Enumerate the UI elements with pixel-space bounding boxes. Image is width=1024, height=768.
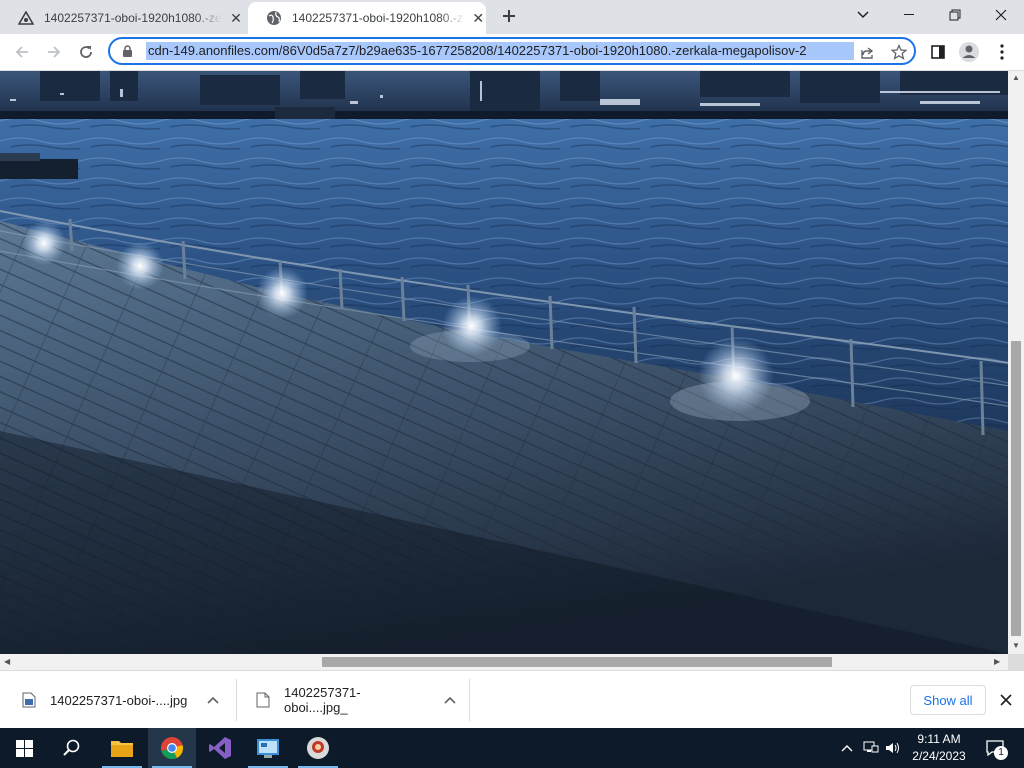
tab-close-icon[interactable]: ✕ <box>471 10 487 26</box>
browser-toolbar: cdn-149.anonfiles.com/86V0d5a7z7/b29ae63… <box>0 34 1024 71</box>
file-explorer-icon[interactable] <box>98 728 146 768</box>
download-filename: 1402257371-oboi-....jpg <box>50 692 188 708</box>
scroll-left-arrow-icon[interactable]: ◀ <box>4 657 10 666</box>
divider <box>236 679 237 721</box>
menu-kebab-icon[interactable] <box>988 38 1016 66</box>
control-panel-icon[interactable] <box>244 728 292 768</box>
download-filename: 1402257371-oboi....jpg_ <box>283 685 361 715</box>
app-icon[interactable] <box>294 728 342 768</box>
clock-date: 2/24/2023 <box>912 749 966 763</box>
notification-count-badge: 1 <box>994 746 1008 760</box>
tab-title: 1402257371-oboi-1920h1080.-zerkala-megap… <box>44 11 222 25</box>
image-viewport[interactable] <box>0 71 1008 654</box>
download-item[interactable]: 1402257371-oboi-....jpg <box>22 679 222 721</box>
network-icon[interactable] <box>862 738 880 758</box>
bookmark-star-icon[interactable] <box>890 43 908 61</box>
volume-icon[interactable] <box>884 738 902 758</box>
side-panel-icon[interactable] <box>924 38 952 66</box>
tab-anonfiles-download[interactable]: 1402257371-oboi-1920h1080.-zerkala-megap… <box>0 2 246 34</box>
show-all-button[interactable]: Show all <box>910 685 986 715</box>
system-clock[interactable]: 9:11 AM 2/24/2023 <box>906 731 972 765</box>
new-tab-button[interactable] <box>498 6 520 28</box>
chevron-up-icon[interactable] <box>444 693 456 707</box>
close-shelf-icon[interactable] <box>996 690 1016 710</box>
visual-studio-icon[interactable] <box>196 728 244 768</box>
scroll-up-arrow-icon[interactable]: ▲ <box>1012 73 1020 82</box>
tab-image-active[interactable]: 1402257371-oboi-1920h1080.-zerkala-megap… <box>248 2 486 34</box>
search-icon[interactable] <box>48 728 96 768</box>
scroll-corner <box>1008 654 1024 670</box>
notification-center-icon[interactable]: 1 <box>982 738 1008 760</box>
tab-search-chevron-icon[interactable] <box>840 0 886 30</box>
close-window-icon[interactable] <box>978 0 1024 30</box>
download-item[interactable]: 1402257371-oboi....jpg_ <box>256 679 456 721</box>
tab-title: 1402257371-oboi-1920h1080.-zerkala-megap… <box>292 11 465 25</box>
restore-icon[interactable] <box>932 0 978 30</box>
globe-icon <box>266 10 282 26</box>
profile-avatar-icon[interactable] <box>955 38 983 66</box>
clock-time: 9:11 AM <box>917 732 961 746</box>
lock-icon[interactable] <box>122 44 136 58</box>
windows-start-icon[interactable] <box>0 728 48 768</box>
tab-close-icon[interactable]: ✕ <box>228 10 244 26</box>
scroll-down-arrow-icon[interactable]: ▼ <box>1012 641 1020 650</box>
divider <box>469 679 470 721</box>
url-text[interactable]: cdn-149.anonfiles.com/86V0d5a7z7/b29ae63… <box>146 42 854 60</box>
file-icon <box>256 692 270 708</box>
image-file-icon <box>22 692 36 708</box>
horizontal-scroll-thumb[interactable] <box>322 657 832 667</box>
forward-arrow-icon[interactable] <box>40 38 68 66</box>
minimize-icon[interactable] <box>886 0 932 30</box>
anonfiles-icon <box>18 10 34 26</box>
reload-icon[interactable] <box>72 38 100 66</box>
tab-strip: 1402257371-oboi-1920h1080.-zerkala-megap… <box>0 0 1024 34</box>
scroll-right-arrow-icon[interactable]: ▶ <box>994 657 1000 666</box>
wallpaper-image <box>0 71 1008 654</box>
horizontal-scrollbar[interactable]: ◀ ▶ <box>0 654 1008 670</box>
address-bar[interactable]: cdn-149.anonfiles.com/86V0d5a7z7/b29ae63… <box>108 37 916 65</box>
vertical-scroll-thumb[interactable] <box>1011 341 1021 636</box>
windows-taskbar: 9:11 AM 2/24/2023 1 <box>0 728 1024 768</box>
tray-chevron-up-icon[interactable] <box>838 738 856 758</box>
back-arrow-icon[interactable] <box>8 38 36 66</box>
chrome-icon[interactable] <box>148 728 196 768</box>
chevron-up-icon[interactable] <box>207 693 219 707</box>
download-shelf: 1402257371-oboi-....jpg 1402257371-oboi.… <box>0 670 1024 729</box>
share-icon[interactable] <box>858 43 876 61</box>
vertical-scrollbar[interactable]: ▲ ▼ <box>1008 71 1024 654</box>
